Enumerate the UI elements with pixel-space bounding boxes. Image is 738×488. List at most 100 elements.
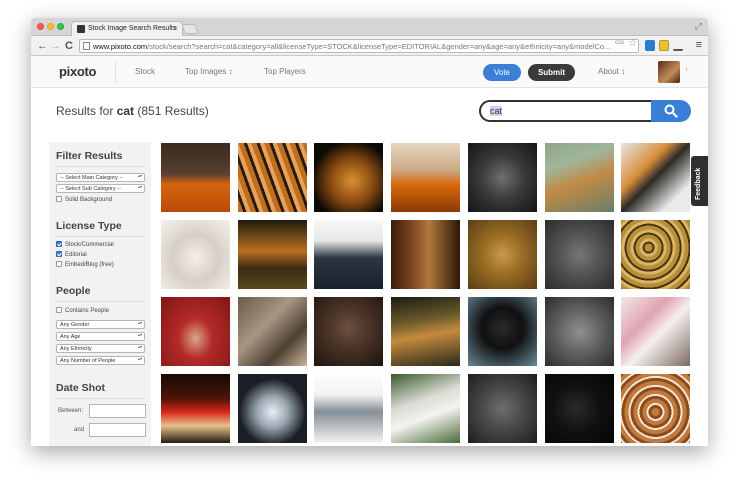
checkbox-box[interactable] — [56, 261, 62, 267]
image-tile-tiger-in-grass[interactable] — [391, 297, 460, 366]
image-tile-tiger-in-water[interactable] — [545, 143, 614, 212]
image-tile-tiger-closeup[interactable] — [238, 143, 307, 212]
image-tile-leopard-face[interactable] — [468, 220, 537, 289]
image-tile-gray-cat-pink-nose[interactable] — [545, 297, 614, 366]
checkbox-box[interactable] — [56, 241, 62, 247]
bookmark-star-icon[interactable]: ☆ — [628, 38, 637, 49]
back-button[interactable]: ← — [37, 39, 48, 53]
feedback-label: Feedback — [695, 167, 702, 200]
results-prefix: Results for — [56, 104, 117, 118]
image-tile-black-cat-dark[interactable] — [545, 374, 614, 443]
nav-stock[interactable]: Stock — [135, 67, 155, 76]
image-tile-gray-kitten-lying[interactable] — [314, 374, 383, 443]
css-indicator: css — [615, 40, 624, 46]
url-domain: www.pixoto.com — [93, 42, 148, 51]
results-count: (851 Results) — [134, 104, 209, 118]
image-tile-cat-in-red-blanket[interactable] — [161, 297, 230, 366]
browser-window: Stock Image Search Results × ⤢ ← → C www… — [31, 18, 708, 446]
image-tile-black-cat[interactable] — [468, 297, 537, 366]
image-tile-brown-kitten[interactable] — [314, 297, 383, 366]
avatar[interactable] — [658, 61, 680, 83]
image-tile-white-kitten[interactable] — [161, 220, 230, 289]
image-tile-cat-on-pumpkins[interactable] — [161, 143, 230, 212]
minimize-window-button[interactable] — [47, 23, 54, 30]
image-tile-white-tiger[interactable] — [391, 374, 460, 443]
image-tile-tigers-in-snow[interactable] — [621, 143, 690, 212]
image-tile-cat-in-boot[interactable] — [314, 220, 383, 289]
search-input[interactable]: cat — [479, 100, 654, 122]
submit-button[interactable]: Submit — [528, 64, 575, 81]
image-tile-cat-bookshelf[interactable] — [391, 220, 460, 289]
nav-top-images[interactable]: Top Images ↕ — [185, 67, 233, 76]
image-tile-leopard-closeup[interactable] — [621, 220, 690, 289]
extension-icon[interactable] — [645, 40, 655, 51]
image-tile-tabby-eye-closeup[interactable] — [238, 297, 307, 366]
image-tile-cat-in-basket[interactable] — [621, 374, 690, 443]
image-tile-white-kitten-hood[interactable] — [238, 374, 307, 443]
address-bar[interactable]: www.pixoto.com/stock/search?search=cat&c… — [79, 39, 639, 53]
date-from-input[interactable] — [89, 404, 146, 418]
site-header: pixoto Stock Top Images ↕ Top Players Vo… — [31, 56, 708, 88]
image-tile-kittens-with-sock[interactable] — [621, 297, 690, 366]
image-tile-gray-cat-yellow-eyes[interactable] — [545, 220, 614, 289]
about-menu[interactable]: About ↕ — [598, 67, 625, 76]
main-category-select[interactable]: -- Select Main Category -- — [56, 173, 145, 182]
browser-tab[interactable]: Stock Image Search Results × — [71, 21, 183, 36]
license-editorial-checkbox[interactable]: Editorial — [56, 251, 87, 258]
browser-menu-icon[interactable]: ≡ — [696, 39, 702, 51]
divider — [56, 398, 144, 399]
gender-select[interactable]: Any Gender — [56, 320, 145, 329]
image-tile-gray-cat-face[interactable] — [468, 143, 537, 212]
date-to-input[interactable] — [89, 423, 146, 437]
and-label: and — [74, 427, 85, 433]
search-box: cat — [479, 100, 691, 122]
image-tile-tiger-cub-lying[interactable] — [314, 143, 383, 212]
url-path: /stock/search?search=cat&category=all&li… — [147, 42, 611, 51]
sub-category-select[interactable]: -- Select Sub Category -- — [56, 184, 145, 193]
image-tile-kitten-santa-hat[interactable] — [161, 374, 230, 443]
nav-top-players[interactable]: Top Players — [264, 67, 306, 76]
license-stock-checkbox[interactable]: Stock/Commercial — [56, 241, 114, 248]
extension-wave-icon[interactable] — [673, 40, 683, 51]
zoom-window-button[interactable] — [57, 23, 64, 30]
image-tile-gray-cat-green-eyes[interactable] — [468, 374, 537, 443]
search-input-value: cat — [490, 106, 503, 116]
contains-people-label: Contains People — [65, 308, 110, 314]
solid-background-label: Solid Background — [65, 197, 113, 203]
image-tile-tiger-walking[interactable] — [238, 220, 307, 289]
divider — [56, 166, 144, 167]
tab-strip: Stock Image Search Results × ⤢ — [31, 18, 708, 36]
fullscreen-icon[interactable]: ⤢ — [695, 21, 702, 32]
close-window-button[interactable] — [37, 23, 44, 30]
pixoto-logo[interactable]: pixoto — [59, 64, 97, 79]
ethnicity-select[interactable]: Any Ethnicity — [56, 344, 145, 353]
number-of-people-select[interactable]: Any Number of People — [56, 356, 145, 365]
header-divider — [115, 60, 116, 84]
new-tab-button[interactable] — [181, 24, 199, 34]
checkbox-box[interactable] — [56, 251, 62, 257]
filter-sidebar: Filter Results -- Select Main Category -… — [49, 142, 151, 446]
checkbox-box[interactable] — [56, 196, 62, 202]
license-embed-checkbox[interactable]: Embed/Blog (free) — [56, 261, 114, 268]
forward-button[interactable]: → — [50, 39, 61, 53]
license-label: Editorial — [65, 252, 87, 258]
solid-background-checkbox[interactable]: Solid Background — [56, 196, 112, 203]
age-select[interactable]: Any Age — [56, 332, 145, 341]
vote-button[interactable]: Vote — [483, 64, 521, 81]
page-icon — [83, 42, 90, 50]
browser-toolbar: ← → C www.pixoto.com/stock/search?search… — [31, 36, 708, 56]
checkbox-box[interactable] — [56, 307, 62, 313]
search-button[interactable] — [651, 100, 691, 122]
tab-close-icon[interactable]: × — [173, 24, 178, 33]
divider — [56, 301, 144, 302]
reload-button[interactable]: C — [65, 39, 73, 53]
tab-title: Stock Image Search Results — [88, 25, 177, 32]
date-shot-heading: Date Shot — [56, 382, 106, 394]
feedback-tab[interactable]: Feedback — [691, 156, 708, 206]
avatar-menu-caret-icon[interactable]: ↕ — [685, 67, 688, 73]
contains-people-checkbox[interactable]: Contains People — [56, 307, 109, 314]
extension-lock-icon[interactable] — [659, 40, 669, 51]
image-tile-pumpkins-on-table[interactable] — [391, 143, 460, 212]
results-term: cat — [116, 104, 135, 118]
divider — [56, 236, 144, 237]
